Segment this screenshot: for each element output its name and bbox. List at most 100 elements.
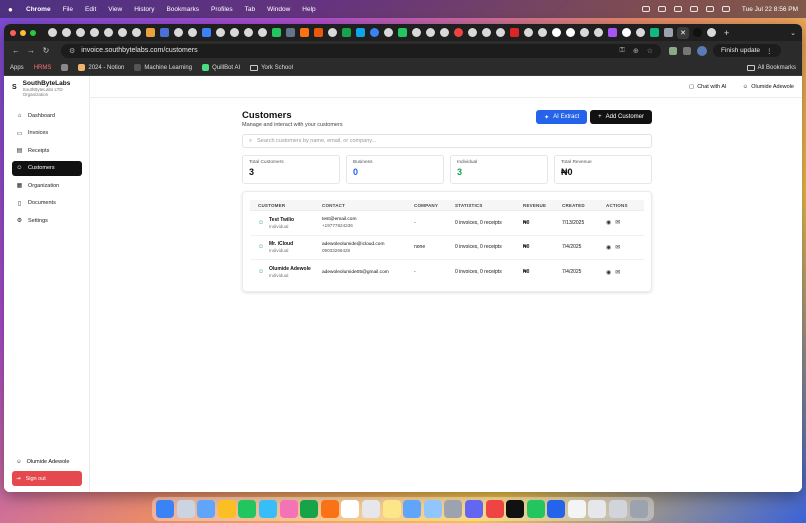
tab-favicon-github[interactable] [328, 28, 337, 37]
bookmark-quillbot[interactable]: QuillBot AI [202, 64, 240, 71]
tab-favicon-github[interactable] [440, 28, 449, 37]
site-info-icon[interactable]: ⚙ [69, 47, 75, 55]
apple-icon[interactable]: ● [8, 5, 17, 14]
document-icon[interactable] [567, 500, 586, 518]
tab-favicon-github[interactable] [244, 28, 253, 37]
sign-out-button[interactable]: ⇥ Sign out [12, 471, 82, 486]
profile-avatar-icon[interactable] [697, 45, 707, 56]
minimize-window-button[interactable] [20, 29, 26, 36]
menu-file[interactable]: File [63, 6, 73, 13]
table-row[interactable]: ☺ Olumide Adewole Individual adewoleolum… [250, 260, 644, 285]
tab-favicon-github[interactable] [132, 28, 141, 37]
finish-update-button[interactable]: Finish update ⋮ [713, 44, 781, 57]
tab-favicon-app[interactable] [314, 28, 323, 37]
menu-window[interactable]: Window [267, 6, 290, 13]
app-store-icon[interactable] [423, 500, 442, 518]
email-envelope-icon[interactable]: ✉ [615, 269, 620, 276]
search-icon[interactable] [705, 6, 714, 12]
view-eye-icon[interactable]: ◉ [606, 269, 611, 276]
facetime-icon[interactable] [300, 500, 319, 518]
menu-tab[interactable]: Tab [245, 6, 255, 13]
search-placeholder[interactable]: Search customers by name, email, or comp… [257, 138, 376, 144]
sidebar-item-receipts[interactable]: ▤ Receipts [12, 143, 82, 158]
tab-favicon-app[interactable] [580, 28, 589, 37]
tab-favicon-app[interactable] [398, 28, 407, 37]
sidebar-item-settings[interactable]: ⚙ Settings [12, 213, 82, 228]
menubar-clock[interactable]: Tue Jul 22 8:56 PM [742, 6, 798, 13]
menu-app-name[interactable]: Chrome [26, 6, 51, 13]
all-bookmarks[interactable]: All Bookmarks [746, 64, 796, 71]
close-window-button[interactable] [10, 29, 16, 36]
user-menu[interactable]: ☺ Olumide Adewole [743, 84, 794, 90]
tab-favicon-github[interactable] [412, 28, 421, 37]
system-settings-icon[interactable] [444, 500, 463, 518]
tab-favicon-github[interactable] [594, 28, 603, 37]
bookmark-hrms[interactable]: HRMS [34, 65, 52, 71]
back-arrow-icon[interactable]: ← [10, 46, 22, 55]
tab-favicon-sheets[interactable] [272, 28, 281, 37]
bookmark-grid[interactable] [61, 64, 69, 71]
menu-edit[interactable]: Edit [85, 6, 96, 13]
sidebar-item-documents[interactable]: ▯ Documents [12, 196, 82, 211]
mail-icon[interactable] [258, 500, 277, 518]
tab-favicon-github[interactable] [216, 28, 225, 37]
tab-search-chevron-icon[interactable]: ⌄ [790, 29, 796, 37]
app-icon[interactable] [485, 500, 504, 518]
wifi-icon[interactable] [689, 6, 698, 12]
tab-favicon-github[interactable] [384, 28, 393, 37]
tab-favicon-github[interactable] [496, 28, 505, 37]
url-text[interactable]: invoice.southbytelabs.com/customers [81, 47, 197, 54]
chrome-icon[interactable] [217, 500, 236, 518]
control-center-icon[interactable] [721, 6, 730, 12]
tab-favicon-app[interactable] [693, 28, 702, 37]
view-eye-icon[interactable]: ◉ [606, 219, 611, 226]
xcode-icon[interactable] [464, 500, 483, 518]
sidebar-item-dashboard[interactable]: ⌂ Dashboard [12, 108, 82, 123]
app-icon[interactable] [320, 500, 339, 518]
zoom-icon[interactable]: ⊕ [633, 47, 639, 55]
calendar-icon[interactable] [341, 500, 360, 518]
notes-icon[interactable] [382, 500, 401, 518]
word-icon[interactable] [547, 500, 566, 518]
bookmark-york-school[interactable]: York School [250, 64, 293, 71]
tab-favicon-github[interactable] [62, 28, 71, 37]
tab-favicon-app[interactable] [286, 28, 295, 37]
tab-favicon-sheets[interactable] [342, 28, 351, 37]
customer-search-input[interactable]: ⌕ Search customers by name, email, or co… [242, 134, 652, 148]
tab-favicon-github[interactable] [90, 28, 99, 37]
sidebar-item-customers[interactable]: ☺ Customers [12, 160, 82, 176]
kebab-menu-icon[interactable]: ⋮ [766, 47, 773, 55]
tab-favicon-app[interactable] [202, 28, 211, 37]
tab-favicon-app[interactable] [300, 28, 309, 37]
whatsapp-icon[interactable] [526, 500, 545, 518]
tab-favicon-github[interactable] [104, 28, 113, 37]
messages-icon[interactable] [238, 500, 257, 518]
preview-icon[interactable] [588, 500, 607, 518]
cloud-icon[interactable] [641, 6, 650, 12]
password-key-icon[interactable]: ⚿ [620, 47, 625, 55]
finder-icon[interactable] [156, 500, 174, 518]
menu-view[interactable]: View [108, 6, 122, 13]
tab-favicon-github[interactable] [538, 28, 547, 37]
sidebar-item-organization[interactable]: ▦ Organization [12, 178, 82, 193]
tab-favicon-youtube[interactable] [510, 28, 519, 37]
ai-extract-button[interactable]: ✦ AI Extract [536, 110, 588, 124]
email-envelope-icon[interactable]: ✉ [615, 244, 620, 251]
tab-favicon-app[interactable] [636, 28, 645, 37]
bookmark-apps[interactable]: Apps [10, 65, 24, 71]
menu-help[interactable]: Help [302, 6, 315, 13]
forward-arrow-icon[interactable]: → [25, 46, 37, 55]
add-customer-button[interactable]: + Add Customer [590, 110, 652, 124]
tab-favicon-app[interactable] [608, 28, 617, 37]
address-bar[interactable]: ⚙ invoice.southbytelabs.com/customers ⚿ … [61, 43, 661, 58]
tab-favicon-github[interactable] [426, 28, 435, 37]
email-envelope-icon[interactable]: ✉ [615, 219, 620, 226]
app-icon[interactable] [506, 500, 525, 518]
photos-icon[interactable] [279, 500, 298, 518]
downloads-icon[interactable] [609, 500, 628, 518]
view-eye-icon[interactable]: ◉ [606, 244, 611, 251]
screen-record-icon[interactable] [657, 6, 666, 12]
tab-favicon-app[interactable] [552, 28, 561, 37]
tab-favicon-github[interactable] [174, 28, 183, 37]
tab-favicon-github[interactable] [258, 28, 267, 37]
